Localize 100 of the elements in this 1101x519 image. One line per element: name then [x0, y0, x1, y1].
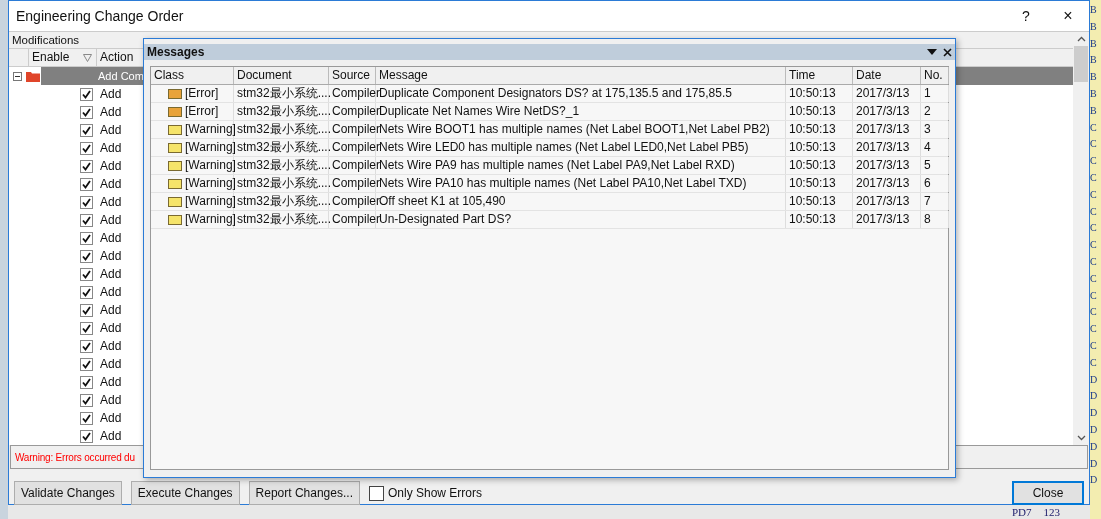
table-cell: 10:50:13 [789, 211, 836, 228]
close-icon[interactable] [943, 47, 952, 57]
table-cell: stm32最小系统.... [237, 121, 331, 138]
checkbox[interactable] [80, 231, 93, 245]
checkbox[interactable] [80, 393, 93, 407]
checkbox[interactable] [80, 285, 93, 299]
table-cell: [Warning] [185, 211, 236, 228]
schematic-label: C [1090, 271, 1098, 286]
schematic-label: B [1090, 19, 1098, 34]
table-cell: 2017/3/13 [856, 85, 910, 102]
checkbox[interactable] [80, 249, 93, 263]
scroll-thumb[interactable] [1074, 46, 1088, 82]
checkbox[interactable] [80, 375, 93, 389]
table-cell: Duplicate Net Names Wire NetDS?_1 [379, 103, 580, 120]
schematic-label: PD7 [1011, 505, 1032, 519]
checkbox[interactable] [80, 429, 93, 443]
table-cell: Compiler [332, 121, 380, 138]
column-header[interactable]: Time [786, 67, 853, 84]
checkbox[interactable] [80, 195, 93, 209]
table-cell: 10:50:13 [789, 193, 836, 210]
table-cell: Add [100, 339, 122, 353]
table-cell: stm32最小系统.... [237, 103, 331, 120]
table-cell: [Warning] [185, 139, 236, 156]
table-cell: stm32最小系统.... [237, 139, 331, 156]
schematic-label: B [1090, 3, 1098, 17]
column-header[interactable]: Source [329, 67, 376, 84]
checkbox[interactable] [80, 159, 93, 173]
table-cell: Add [100, 177, 122, 191]
column-header[interactable]: Message [376, 67, 786, 84]
table-cell: Add [100, 429, 122, 443]
column-header[interactable]: Document [234, 67, 329, 84]
schematic-label: B [1090, 53, 1098, 68]
table-cell: Add [100, 159, 122, 173]
checkbox[interactable] [80, 321, 93, 335]
checkbox[interactable] [80, 357, 93, 371]
column-header[interactable]: No. [921, 67, 949, 84]
schematic-label: C [1090, 120, 1098, 135]
table-cell: [Warning] [185, 193, 236, 210]
table-cell: [Warning] [185, 157, 236, 174]
table-cell: Un-Designated Part DS? [379, 211, 512, 228]
checkbox[interactable] [80, 411, 93, 425]
table-cell: 2017/3/13 [856, 175, 910, 192]
table-cell: [Warning] [185, 175, 236, 192]
checkbox[interactable] [80, 87, 93, 101]
close-button[interactable]: × [1047, 1, 1089, 31]
filter-icon[interactable] [83, 53, 92, 62]
table-cell: Add [100, 393, 122, 407]
column-header[interactable]: Date [853, 67, 921, 84]
schematic-label: C [1090, 238, 1098, 253]
schematic-label: C [1090, 322, 1098, 337]
table-cell: Off sheet K1 at 105,490 [379, 193, 506, 210]
column-header[interactable]: Class [151, 67, 234, 84]
table-cell: stm32最小系统.... [237, 85, 331, 102]
table-cell: 2017/3/13 [856, 121, 910, 138]
table-cell: 2017/3/13 [856, 157, 910, 174]
table-cell: Nets Wire BOOT1 has multiple names (Net Label BOOT1,Net Label PB2) [379, 121, 770, 138]
checkbox[interactable] [80, 267, 93, 281]
schematic-label: B [1090, 87, 1098, 101]
checkbox[interactable] [80, 105, 93, 119]
scroll-up-icon[interactable] [1076, 36, 1086, 42]
checkbox[interactable] [80, 303, 93, 317]
folder-icon [26, 70, 40, 82]
checkbox[interactable] [80, 177, 93, 191]
table-cell: 10:50:13 [789, 139, 836, 156]
schematic-label: B [1090, 36, 1098, 51]
table-cell: Compiler [332, 157, 380, 174]
table-cell: [Warning] [185, 121, 236, 138]
table-cell: 8 [924, 211, 931, 228]
schematic-label: C [1090, 204, 1098, 219]
action-button[interactable]: Validate Changes [14, 481, 122, 505]
only-show-errors-checkbox[interactable]: Only Show Errors [368, 485, 482, 501]
table-cell: Add [100, 87, 122, 101]
schematic-label: B [1090, 103, 1098, 118]
table-cell: stm32最小系统.... [237, 193, 331, 210]
checkbox[interactable] [80, 123, 93, 137]
schematic-label: C [1090, 338, 1098, 353]
table-cell: 2017/3/13 [856, 103, 910, 120]
action-button[interactable]: Execute Changes [130, 481, 240, 505]
table-cell: Compiler [332, 139, 380, 156]
checkbox[interactable] [80, 141, 93, 155]
checkbox[interactable] [80, 339, 93, 353]
table-cell: 1 [924, 85, 931, 102]
help-button[interactable]: ? [1005, 1, 1047, 31]
schematic-label: C [1090, 137, 1098, 152]
collapse-toggle[interactable] [13, 71, 22, 81]
table-cell: stm32最小系统.... [237, 211, 331, 228]
table-cell: Add [100, 249, 122, 263]
column-header[interactable]: Enable [29, 49, 97, 66]
table-cell: 10:50:13 [789, 175, 836, 192]
action-button[interactable]: Report Changes... [248, 481, 360, 505]
table-cell: Nets Wire PA9 has multiple names (Net Label PA9,Net Label RXD) [379, 157, 735, 174]
table-cell: 10:50:13 [789, 103, 836, 120]
schematic-label: D [1090, 473, 1099, 488]
schematic-label: D [1090, 389, 1099, 404]
table-cell: Add [100, 213, 122, 227]
window-title: Engineering Change Order [16, 8, 185, 24]
close-button[interactable]: Close [1012, 481, 1084, 505]
checkbox[interactable] [80, 213, 93, 227]
scroll-down-icon[interactable] [1076, 435, 1086, 441]
table-cell: Compiler [332, 85, 380, 102]
